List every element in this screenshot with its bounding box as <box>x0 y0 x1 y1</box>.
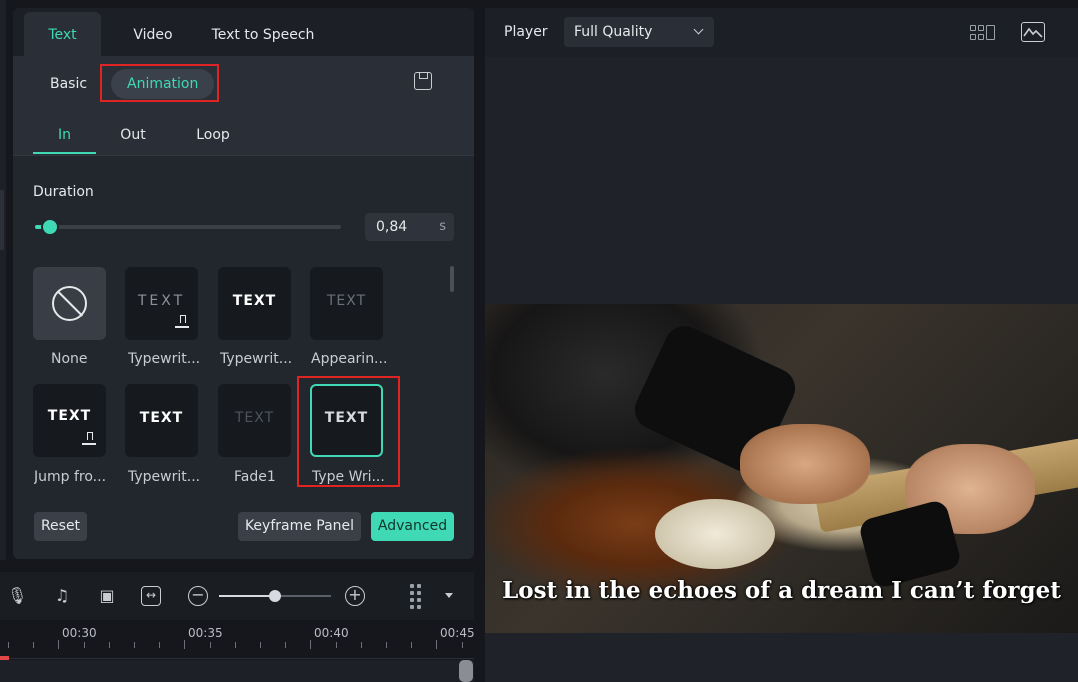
preset-label: Typewrit... <box>128 351 201 367</box>
save-preset-icon[interactable] <box>414 72 432 90</box>
timeline-zoom-slider[interactable] <box>219 590 331 602</box>
zoom-slider-fill <box>219 595 275 597</box>
animation-type-tabs: In Out Loop <box>13 108 474 156</box>
ruler-label: 00:45 <box>440 626 475 640</box>
ruler-tick <box>234 642 236 648</box>
tab-loop[interactable]: Loop <box>183 108 243 154</box>
snapshot-icon[interactable] <box>1021 22 1045 42</box>
download-icon <box>175 315 189 329</box>
microphone-icon[interactable]: 🎙 <box>7 586 27 606</box>
drag-handle-icon[interactable] <box>410 584 428 609</box>
video-strumming-hand-shape <box>740 424 870 504</box>
preset-none[interactable] <box>33 267 106 340</box>
ruler-tick <box>58 640 60 649</box>
preset-label: Typewrit... <box>220 351 293 367</box>
preset-appearing[interactable]: TEXT <box>310 267 383 340</box>
tab-in[interactable]: In <box>33 108 96 154</box>
ruler-tick <box>83 642 85 648</box>
ruler-tick <box>310 640 312 649</box>
preset-preview-text: TEXT <box>234 410 275 426</box>
panel-resize-handle[interactable] <box>0 190 4 250</box>
preset-label: Jump fro... <box>34 469 107 485</box>
tab-text[interactable]: Text <box>24 12 101 56</box>
tab-out[interactable]: Out <box>108 108 158 154</box>
property-tabs: Text Video Text to Speech <box>13 8 474 56</box>
ruler-tick <box>411 642 413 648</box>
duration-input[interactable]: 0,84 s <box>365 213 454 241</box>
preset-preview-text: TEXT <box>326 293 367 309</box>
timeline-track-area[interactable] <box>0 660 474 682</box>
preset-preview-text: TEXT <box>139 410 184 426</box>
sub-tabs: Basic Animation <box>13 56 474 108</box>
layout-grid-icon[interactable] <box>970 25 996 41</box>
player-panel: Player Full Quality Lost in the echoes o… <box>485 8 1078 682</box>
zoom-slider-handle[interactable] <box>269 590 281 602</box>
duration-unit: s <box>439 219 446 234</box>
ruler-tick <box>209 642 211 648</box>
ruler-label: 00:30 <box>62 626 97 640</box>
ruler-tick <box>184 640 186 649</box>
tab-video[interactable]: Video <box>117 12 189 56</box>
none-icon <box>52 286 87 321</box>
more-options-arrow-icon[interactable] <box>445 593 453 598</box>
property-panel: Text Video Text to Speech Basic Animatio… <box>13 8 474 559</box>
ruler-tick <box>33 642 35 648</box>
timeline-toolbar: 🎙 ♫ ▣ ↔ − + <box>0 572 474 620</box>
chevron-down-icon <box>693 24 704 35</box>
preset-preview-text: TEXT <box>137 293 186 309</box>
preset-preview-text: TEXT <box>47 408 92 424</box>
preset-jump-from[interactable]: TEXT <box>33 384 106 457</box>
presets-scrollbar[interactable] <box>450 266 454 292</box>
preset-preview-text: TEXT <box>232 293 277 309</box>
zoom-out-icon[interactable]: − <box>188 586 208 606</box>
ruler-tick <box>335 642 337 648</box>
subtitle-caption[interactable]: Lost in the echoes of a dream I can’t fo… <box>485 577 1078 604</box>
ruler-tick <box>285 642 287 648</box>
preset-label: Appearin... <box>311 351 388 367</box>
video-preview[interactable]: Lost in the echoes of a dream I can’t fo… <box>485 304 1078 633</box>
preview-clip-icon[interactable]: ▣ <box>97 586 117 606</box>
ruler-tick <box>260 642 261 648</box>
preset-fade1[interactable]: TEXT <box>218 384 291 457</box>
ruler-label: 00:40 <box>314 626 349 640</box>
subtab-basic[interactable]: Basic <box>50 69 87 99</box>
preset-typewriter-2[interactable]: TEXT <box>218 267 291 340</box>
reset-button[interactable]: Reset <box>34 512 87 541</box>
preset-typewriter-1[interactable]: TEXT <box>125 267 198 340</box>
ruler-tick <box>134 642 135 648</box>
zoom-in-icon[interactable]: + <box>345 586 365 606</box>
ruler-tick <box>360 642 362 648</box>
preset-typewriter-3[interactable]: TEXT <box>125 384 198 457</box>
highlight-box-type-writer <box>297 376 400 487</box>
fit-timeline-icon[interactable]: ↔ <box>141 586 161 606</box>
duration-slider[interactable] <box>35 220 341 234</box>
ruler-tick <box>461 642 463 648</box>
ruler-tick <box>386 642 387 648</box>
audio-list-icon[interactable]: ♫ <box>52 586 72 606</box>
quality-value: Full Quality <box>574 24 653 40</box>
timeline-ruler[interactable]: 00:30 00:35 00:40 00:45 <box>0 620 475 682</box>
quality-dropdown[interactable]: Full Quality <box>564 17 714 47</box>
ruler-tick <box>108 642 110 648</box>
download-icon <box>82 432 96 446</box>
video-pickguard-shape <box>655 499 775 569</box>
preset-label: Typewrit... <box>128 469 201 485</box>
left-panel-edge <box>0 0 6 560</box>
player-label: Player <box>504 24 548 40</box>
ruler-tick <box>436 640 438 649</box>
timeline-vertical-scrollbar[interactable] <box>459 660 473 682</box>
ruler-baseline <box>0 658 474 659</box>
keyframe-panel-button[interactable]: Keyframe Panel <box>238 512 361 541</box>
ruler-tick <box>159 642 161 648</box>
tab-text-to-speech[interactable]: Text to Speech <box>203 12 323 56</box>
ruler-tick <box>8 642 9 648</box>
duration-slider-handle[interactable] <box>43 220 58 234</box>
highlight-box-animation <box>100 64 219 102</box>
player-toolbar: Player Full Quality <box>485 8 1078 57</box>
duration-label: Duration <box>33 184 94 200</box>
advanced-button[interactable]: Advanced <box>371 512 454 541</box>
ruler-label: 00:35 <box>188 626 223 640</box>
duration-value: 0,84 <box>376 219 408 235</box>
